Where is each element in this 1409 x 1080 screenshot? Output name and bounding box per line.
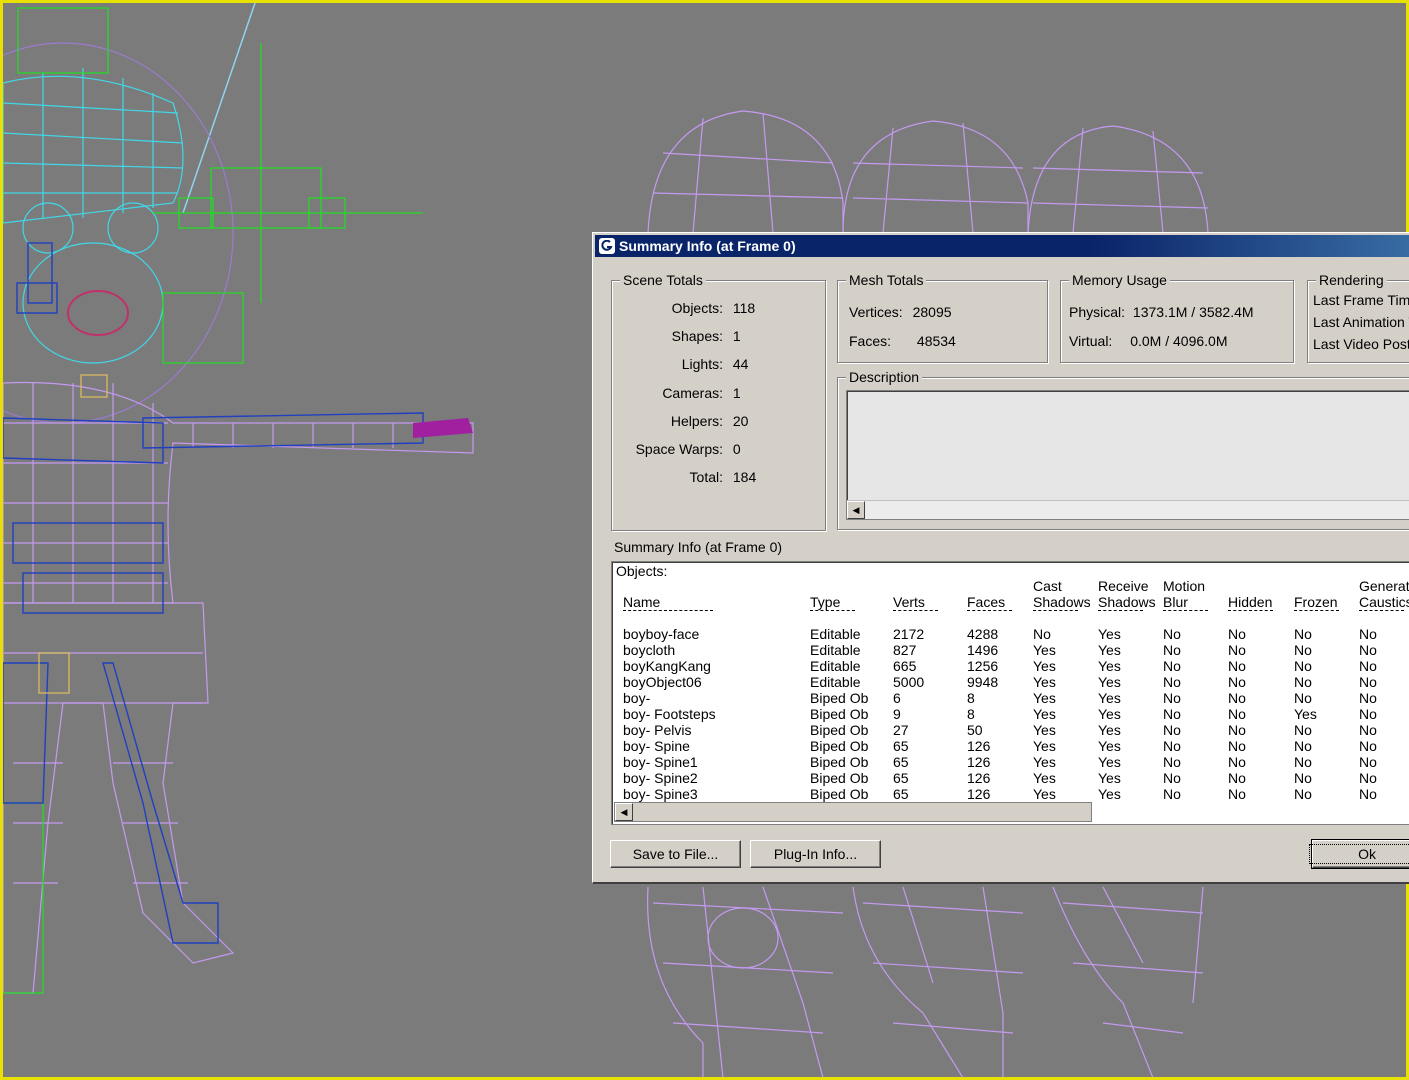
- rendering-last-animation: Last Animation T: [1313, 314, 1409, 330]
- table-row[interactable]: boy- Biped Ob 6 8 Yes Yes No No No No: [612, 690, 1409, 706]
- scene-total-shapes: Shapes: 1: [671, 328, 741, 344]
- scene-totals-group: Scene Totals Objects: 118 Shapes: 1 Ligh…: [611, 272, 826, 531]
- app-icon: [599, 238, 615, 254]
- scene-total-lights: Lights: 44: [681, 356, 749, 372]
- save-to-file-button[interactable]: Save to File...: [610, 840, 741, 868]
- rendering-last-video-post: Last Video Post: [1313, 336, 1409, 352]
- header-underline: [810, 610, 855, 612]
- summary-info-dialog: Summary Info (at Frame 0) Scene Totals O…: [592, 232, 1409, 884]
- scene-total-helpers: Helpers: 20: [670, 413, 749, 429]
- rendering-last-frame-time: Last Frame Time: [1313, 292, 1409, 308]
- scene-total-objects: Objects: 118: [671, 300, 756, 316]
- table-row[interactable]: boyboy-face Editable 2172 4288 No Yes No No No No: [612, 626, 1409, 642]
- table-row[interactable]: boy- Pelvis Biped Ob 27 50 Yes Yes No No No No: [612, 722, 1409, 738]
- plugin-info-button[interactable]: Plug-In Info...: [750, 840, 881, 868]
- table-row[interactable]: boy- Footsteps Biped Ob 9 8 Yes Yes No No Yes No: [612, 706, 1409, 722]
- memory-virtual: Virtual: 0.0M / 4096.0M: [1069, 333, 1228, 349]
- scene-total-cameras: Cameras: 1: [662, 385, 741, 401]
- col-header-motion-blur[interactable]: Motion Blur: [1163, 578, 1205, 610]
- description-textarea[interactable]: ◀: [846, 390, 1409, 520]
- dialog-title: Summary Info (at Frame 0): [619, 238, 796, 254]
- col-header-generate-caustics[interactable]: GenerateCaustics: [1359, 578, 1409, 610]
- col-header-receive-shadows[interactable]: Receive Shadows: [1098, 578, 1156, 610]
- dialog-titlebar[interactable]: Summary Info (at Frame 0): [595, 235, 1409, 257]
- header-underline: [967, 610, 1012, 612]
- header-underline: [893, 610, 938, 612]
- mesh-totals-legend: Mesh Totals: [846, 272, 927, 288]
- header-underline: [1163, 610, 1208, 612]
- mesh-vertices: Vertices: 28095: [849, 304, 952, 320]
- description-hscrollbar[interactable]: ◀: [847, 500, 1409, 519]
- scene-totals-legend: Scene Totals: [620, 272, 706, 288]
- description-group: Description ◀: [837, 369, 1409, 530]
- col-header-frozen[interactable]: Frozen: [1294, 594, 1338, 610]
- rendering-legend: Rendering: [1316, 272, 1387, 288]
- description-legend: Description: [846, 369, 923, 385]
- mesh-faces: Faces: 48534: [849, 333, 956, 349]
- header-underline: [623, 610, 713, 612]
- scene-total-total: Total: 184: [689, 469, 757, 485]
- list-caption: Summary Info (at Frame 0): [614, 539, 783, 555]
- header-underline: [1359, 610, 1404, 612]
- green-helpers: [3, 7, 423, 994]
- scene-total-space-warps: Space Warps: 0: [635, 441, 741, 457]
- character-wireframe: [3, 42, 474, 994]
- mesh-totals-group: Mesh Totals Vertices: 28095 Faces: 48534: [837, 272, 1048, 363]
- rendering-group: Rendering Last Frame Time Last Animation…: [1307, 272, 1409, 363]
- header-underline: [1098, 610, 1143, 612]
- table-row[interactable]: boy- Spine2 Biped Ob 65 126 Yes Yes No No No No: [612, 770, 1409, 786]
- objects-hscrollbar[interactable]: ◀: [614, 802, 1092, 822]
- ok-button-label: Ok: [1309, 844, 1409, 864]
- memory-usage-legend: Memory Usage: [1069, 272, 1170, 288]
- table-row[interactable]: boy- Spine1 Biped Ob 65 126 Yes Yes No No No No: [612, 754, 1409, 770]
- col-header-verts[interactable]: Verts: [893, 594, 925, 610]
- scroll-left-arrow-icon[interactable]: ◀: [615, 803, 633, 821]
- ok-button[interactable]: Ok: [1309, 839, 1409, 869]
- objects-list[interactable]: Objects: Name Type Verts Faces Cast Shado…: [611, 561, 1409, 825]
- col-header-type[interactable]: Type: [810, 594, 840, 610]
- col-header-faces[interactable]: Faces: [967, 594, 1005, 610]
- header-underline: [1294, 610, 1339, 612]
- blue-bones: [3, 242, 424, 944]
- col-header-cast-shadows[interactable]: Cast Shadows: [1033, 578, 1091, 610]
- header-underline: [1033, 610, 1078, 612]
- scroll-left-arrow-icon[interactable]: ◀: [847, 501, 865, 519]
- header-underline: [1228, 610, 1273, 612]
- table-row[interactable]: boy- Spine3 Biped Ob 65 126 Yes Yes No No No No: [612, 786, 1409, 802]
- table-row[interactable]: boycloth Editable 827 1496 Yes Yes No No No No: [612, 642, 1409, 658]
- table-row[interactable]: boyObject06 Editable 5000 9948 Yes Yes No No No N…: [612, 674, 1409, 690]
- col-header-name[interactable]: Name: [623, 594, 660, 610]
- table-row[interactable]: boy- Spine Biped Ob 65 126 Yes Yes No No No No: [612, 738, 1409, 754]
- memory-usage-group: Memory Usage Physical: 1373.1M / 3582.4M…: [1060, 272, 1294, 363]
- head-wireframe: [3, 68, 184, 364]
- objects-label: Objects:: [616, 563, 668, 579]
- memory-physical: Physical: 1373.1M / 3582.4M: [1069, 304, 1254, 320]
- table-row[interactable]: boyKangKang Editable 665 1256 Yes Yes No No No No: [612, 658, 1409, 674]
- col-header-hidden[interactable]: Hidden: [1228, 594, 1272, 610]
